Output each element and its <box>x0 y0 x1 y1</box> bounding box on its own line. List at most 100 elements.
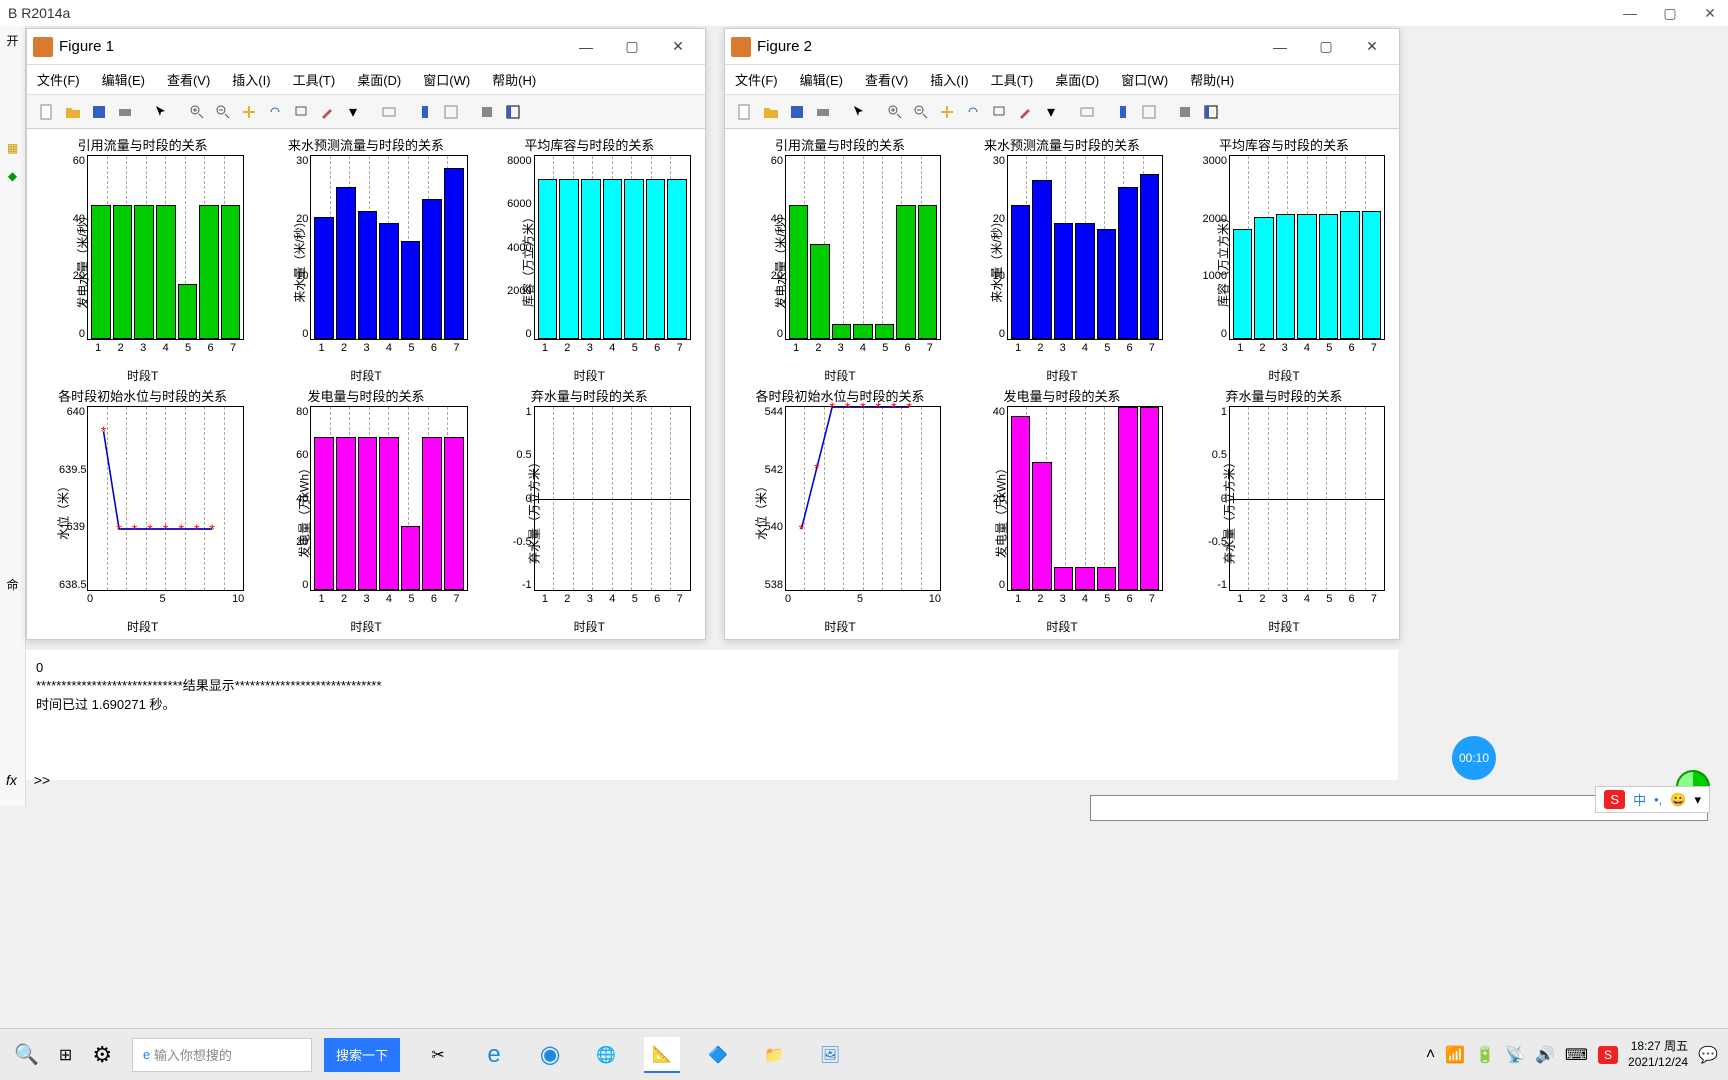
subplot: 来水预测流量与时段的关系来水量（米/秒）30201001234567时段T <box>951 133 1173 384</box>
zoom-out-icon[interactable] <box>909 101 933 123</box>
menu-view[interactable]: 查看(V) <box>167 70 210 89</box>
datacursor-icon[interactable] <box>289 101 313 123</box>
photos-icon[interactable]: 🖼 <box>812 1037 848 1073</box>
link-icon[interactable] <box>1075 101 1099 123</box>
dock-icon[interactable] <box>1199 101 1223 123</box>
command-window[interactable]: 0 *****************************结果显示*****… <box>26 650 1398 780</box>
subplot: 引用流量与时段的关系发电水量（米/秒）60402001234567时段T <box>729 133 951 384</box>
open-icon[interactable] <box>759 101 783 123</box>
timer-badge: 00:10 <box>1452 736 1496 780</box>
explorer-icon[interactable]: 📁 <box>756 1037 792 1073</box>
ime-s-tray-icon[interactable]: S <box>1598 1046 1618 1064</box>
print-icon[interactable] <box>811 101 835 123</box>
ime-more-icon[interactable]: ▾ <box>1694 792 1701 808</box>
menu-tools[interactable]: 工具(T) <box>991 70 1034 89</box>
subplot: 平均库容与时段的关系库容（万立方米）8000600040002000012345… <box>478 133 701 384</box>
matlab-taskbar-icon[interactable]: 📐 <box>644 1037 680 1073</box>
ime-bar[interactable]: S 中 •, 😀 ▾ <box>1595 786 1710 813</box>
tray-battery-icon[interactable]: 🔋 <box>1475 1045 1495 1065</box>
tray-wifi-icon[interactable]: 📡 <box>1505 1045 1525 1065</box>
menu-window[interactable]: 窗口(W) <box>423 70 470 89</box>
minimize-button[interactable]: — <box>563 31 609 63</box>
close-button[interactable]: ✕ <box>1700 5 1720 22</box>
menu-edit[interactable]: 编辑(E) <box>800 70 843 89</box>
minimize-button[interactable]: — <box>1257 31 1303 63</box>
maximize-button[interactable]: ▢ <box>609 31 655 63</box>
new-icon[interactable] <box>35 101 59 123</box>
colorbar-icon[interactable] <box>1111 101 1135 123</box>
zoom-in-icon[interactable] <box>883 101 907 123</box>
start-icon[interactable]: 🔍 <box>14 1042 39 1067</box>
obs-icon[interactable]: ⚙ <box>92 1042 112 1068</box>
new-icon[interactable] <box>733 101 757 123</box>
menu-tools[interactable]: 工具(T) <box>293 70 336 89</box>
search-input[interactable]: e 输入你想搜的 <box>132 1038 312 1072</box>
tray-ime-icon[interactable]: ⌨ <box>1565 1045 1588 1065</box>
notifications-icon[interactable]: 💬 <box>1698 1045 1718 1065</box>
print-icon[interactable] <box>113 101 137 123</box>
legend-icon[interactable] <box>439 101 463 123</box>
cmd-line: *****************************结果显示*******… <box>36 675 1388 694</box>
pan-icon[interactable] <box>935 101 959 123</box>
menu-file[interactable]: 文件(F) <box>735 70 778 89</box>
menu-window[interactable]: 窗口(W) <box>1121 70 1168 89</box>
menu-file[interactable]: 文件(F) <box>37 70 80 89</box>
tray-bluetooth-icon[interactable]: 📶 <box>1445 1045 1465 1065</box>
cmd-line: 时间已过 1.690271 秒。 <box>36 694 1388 713</box>
search-button[interactable]: 搜索一下 <box>324 1038 400 1072</box>
tray-up-icon[interactable]: ˄ <box>1426 1046 1435 1064</box>
sidebar-kai[interactable]: 开 <box>0 26 25 54</box>
rotate-icon[interactable] <box>961 101 985 123</box>
menu-edit[interactable]: 编辑(E) <box>102 70 145 89</box>
ie-icon[interactable]: e <box>476 1037 512 1073</box>
close-button[interactable]: ✕ <box>655 31 701 63</box>
ime-s-icon[interactable]: S <box>1604 790 1625 809</box>
pointer-icon[interactable] <box>149 101 173 123</box>
link-icon[interactable] <box>377 101 401 123</box>
dropdown-icon[interactable]: ▾ <box>341 101 365 123</box>
menu-desktop[interactable]: 桌面(D) <box>1055 70 1099 89</box>
dropdown-icon[interactable]: ▾ <box>1039 101 1063 123</box>
menu-desktop[interactable]: 桌面(D) <box>357 70 401 89</box>
subplot: 各时段初始水位与时段的关系水位（米）640639.5639638.5******… <box>31 384 254 635</box>
colorbar-icon[interactable] <box>413 101 437 123</box>
app-icon[interactable]: 🔷 <box>700 1037 736 1073</box>
tray-volume-icon[interactable]: 🔊 <box>1535 1045 1555 1065</box>
open-icon[interactable] <box>61 101 85 123</box>
save-icon[interactable] <box>87 101 111 123</box>
snip-icon[interactable]: ✂ <box>420 1037 456 1073</box>
dock-icon[interactable] <box>501 101 525 123</box>
ime-lang[interactable]: 中 <box>1633 790 1646 809</box>
task-view-icon[interactable]: ⊞ <box>59 1045 72 1065</box>
pan-icon[interactable] <box>237 101 261 123</box>
menu-insert[interactable]: 插入(I) <box>930 70 968 89</box>
browser-icon[interactable]: 🌐 <box>588 1037 624 1073</box>
legend-icon[interactable] <box>1137 101 1161 123</box>
minimize-button[interactable]: — <box>1620 5 1640 22</box>
menu-help[interactable]: 帮助(H) <box>492 70 536 89</box>
rotate-icon[interactable] <box>263 101 287 123</box>
toolbar: ▾ <box>725 95 1399 129</box>
ime-emoji-icon[interactable]: 😀 <box>1670 792 1686 808</box>
matlab-icon <box>731 37 751 57</box>
brush-icon[interactable] <box>1013 101 1037 123</box>
clock[interactable]: 18:27 周五 2021/12/24 <box>1628 1039 1688 1070</box>
menu-insert[interactable]: 插入(I) <box>232 70 270 89</box>
hide-icon[interactable] <box>475 101 499 123</box>
menubar: 文件(F) 编辑(E) 查看(V) 插入(I) 工具(T) 桌面(D) 窗口(W… <box>27 65 705 95</box>
zoom-in-icon[interactable] <box>185 101 209 123</box>
datacursor-icon[interactable] <box>987 101 1011 123</box>
maximize-button[interactable]: ▢ <box>1303 31 1349 63</box>
pointer-icon[interactable] <box>847 101 871 123</box>
menu-view[interactable]: 查看(V) <box>865 70 908 89</box>
close-button[interactable]: ✕ <box>1349 31 1395 63</box>
menu-help[interactable]: 帮助(H) <box>1190 70 1234 89</box>
cmd-line: 0 <box>36 660 1388 675</box>
brush-icon[interactable] <box>315 101 339 123</box>
subplot: 发电量与时段的关系发电量（万kWh）8060402001234567时段T <box>254 384 477 635</box>
hide-icon[interactable] <box>1173 101 1197 123</box>
save-icon[interactable] <box>785 101 809 123</box>
maximize-button[interactable]: ▢ <box>1660 5 1680 22</box>
zoom-out-icon[interactable] <box>211 101 235 123</box>
edge-icon[interactable]: ◉ <box>532 1037 568 1073</box>
